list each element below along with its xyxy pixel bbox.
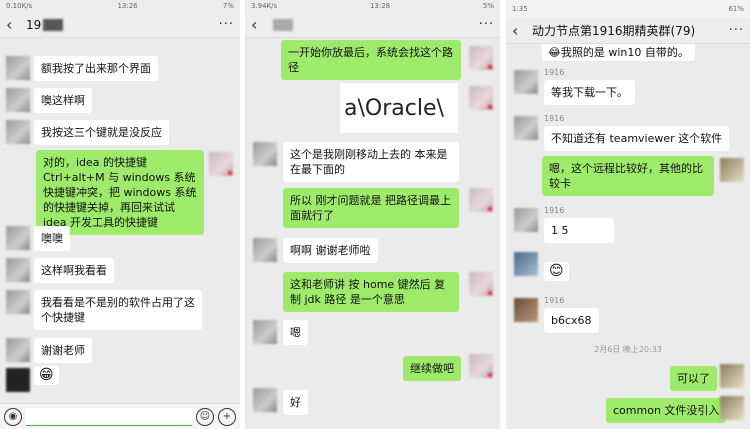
plus-icon[interactable]: + — [218, 407, 236, 426]
clock: 1:35 — [512, 5, 528, 13]
avatar[interactable] — [514, 116, 538, 140]
input-bar: ◉ ☺ + — [0, 403, 240, 429]
status-bar: 0.10K/s 13:26 7% — [0, 0, 240, 12]
chat-message: 谢谢老师 — [34, 338, 92, 363]
avatar[interactable] — [469, 354, 493, 378]
avatar[interactable] — [253, 388, 277, 412]
network-speed: 3.94K/s — [251, 2, 278, 10]
battery-level: 5% — [482, 2, 494, 10]
more-options-icon[interactable]: ··· — [729, 23, 744, 38]
clock: 13:28 — [369, 2, 391, 10]
chat-message: 不知道还有 teamviewer 这个软件 — [544, 126, 730, 151]
more-options-icon[interactable]: ··· — [219, 17, 234, 32]
chat-message: 😊 — [544, 262, 569, 281]
avatar[interactable] — [514, 208, 538, 232]
chat-message: 可以了 — [670, 366, 717, 391]
message-input[interactable] — [26, 407, 192, 426]
chat-message: 所以 刚才问题就是 把路径调最上面就行了 — [283, 188, 459, 228]
avatar[interactable] — [253, 238, 277, 262]
avatar[interactable] — [6, 88, 30, 112]
chat-header: ‹ ··· — [245, 12, 500, 38]
chat-message: 这样啊我看看 — [34, 258, 114, 283]
avatar[interactable] — [6, 368, 30, 392]
battery-level: 7% — [222, 2, 234, 10]
network-speed: 0.10K/s — [6, 2, 33, 10]
emoji-icon[interactable]: ☺ — [196, 407, 214, 426]
avatar[interactable] — [469, 46, 493, 70]
chat-message: 噢噢 — [34, 226, 70, 251]
avatar[interactable] — [720, 396, 744, 420]
sender-nickname: 1916 — [544, 296, 565, 305]
chat-message: 😂我照的是 win10 自带的。 — [542, 44, 695, 61]
chat-message: 这和老师讲 按 home 键然后 复制 jdk 路径 是一个意思 — [283, 272, 459, 312]
sender-nickname: 1916 — [544, 206, 565, 215]
back-arrow-icon[interactable]: ‹ — [512, 21, 528, 40]
avatar[interactable] — [469, 188, 493, 212]
avatar[interactable] — [514, 298, 538, 322]
chat-message: 1 5 — [544, 218, 614, 243]
chat-message: 好 — [283, 390, 308, 415]
chat-header: ‹ 19 ··· — [0, 12, 240, 38]
chat-message: 啊啊 谢谢老师啦 — [283, 238, 378, 263]
avatar[interactable] — [6, 290, 30, 314]
avatar[interactable] — [514, 70, 538, 94]
avatar[interactable] — [720, 158, 744, 182]
back-arrow-icon[interactable]: ‹ — [6, 15, 22, 34]
chat-title — [267, 18, 479, 32]
status-bar: 3.94K/s 13:28 5% — [245, 0, 500, 12]
avatar[interactable] — [469, 86, 493, 110]
avatar[interactable] — [720, 364, 744, 388]
avatar[interactable] — [6, 120, 30, 144]
chat-message: 我按这三个键就是没反应 — [34, 120, 169, 145]
chat-panel-2: 3.94K/s 13:28 5% ‹ ··· 一开始你放最后，系统会找这个路径 … — [245, 0, 500, 429]
shared-image[interactable]: a\Oracle\ — [340, 83, 458, 133]
screenshot-collage: 0.10K/s 13:26 7% ‹ 19 ··· 额我按了出来那个界面 噢这样… — [0, 0, 750, 429]
sender-nickname: 1916 — [544, 114, 565, 123]
chat-message: 噢这样啊 — [34, 88, 92, 113]
voice-icon[interactable]: ◉ — [4, 407, 22, 426]
chat-message: 我看看是不是别的软件占用了这个快捷键 — [34, 290, 202, 330]
sender-nickname: 1916 — [544, 68, 565, 77]
chat-message: 嗯，这个远程比较好，其他的比较卡 — [542, 156, 714, 196]
chat-panel-3: 1:35 61% ‹ 动力节点第1916期精英群(79) ··· 😂我照的是 w… — [506, 0, 750, 429]
back-arrow-icon[interactable]: ‹ — [251, 15, 267, 34]
avatar[interactable] — [469, 272, 493, 296]
more-options-icon[interactable]: ··· — [479, 17, 494, 32]
chat-message: 一开始你放最后，系统会找这个路径 — [281, 40, 461, 80]
chat-message: b6cx68 — [544, 308, 599, 333]
clock: 13:26 — [117, 2, 138, 10]
chat-title: 动力节点第1916期精英群(79) — [532, 24, 696, 38]
chat-message: common 文件没引入 — [606, 398, 727, 423]
avatar[interactable] — [6, 258, 30, 282]
chat-message: 嗯 — [283, 320, 308, 345]
chat-message: 额我按了出来那个界面 — [34, 56, 158, 81]
avatar[interactable] — [209, 152, 233, 176]
avatar[interactable] — [514, 252, 538, 276]
battery-level: 61% — [728, 5, 744, 13]
chat-message: 等我下载一下。 — [544, 80, 635, 105]
chat-message: 对的，idea 的快捷键 Ctrl+alt+M 与 windows 系统快捷键冲… — [36, 150, 204, 235]
avatar[interactable] — [6, 338, 30, 362]
chat-panel-1: 0.10K/s 13:26 7% ‹ 19 ··· 额我按了出来那个界面 噢这样… — [0, 0, 240, 429]
chat-title: 19 — [22, 18, 219, 32]
avatar[interactable] — [6, 226, 30, 250]
avatar[interactable] — [253, 142, 277, 166]
chat-message: 继续做吧 — [403, 356, 461, 381]
chat-message: 😁 — [34, 366, 59, 385]
chat-message: 这个是我刚刚移动上去的 本来是在最下面的 — [283, 142, 459, 182]
status-bar: 1:35 61% — [506, 0, 750, 18]
chat-header: ‹ 动力节点第1916期精英群(79) ··· — [506, 18, 750, 44]
avatar[interactable] — [253, 320, 277, 344]
timestamp: 2月6日 晚上20:33 — [594, 345, 662, 354]
avatar[interactable] — [6, 56, 30, 80]
